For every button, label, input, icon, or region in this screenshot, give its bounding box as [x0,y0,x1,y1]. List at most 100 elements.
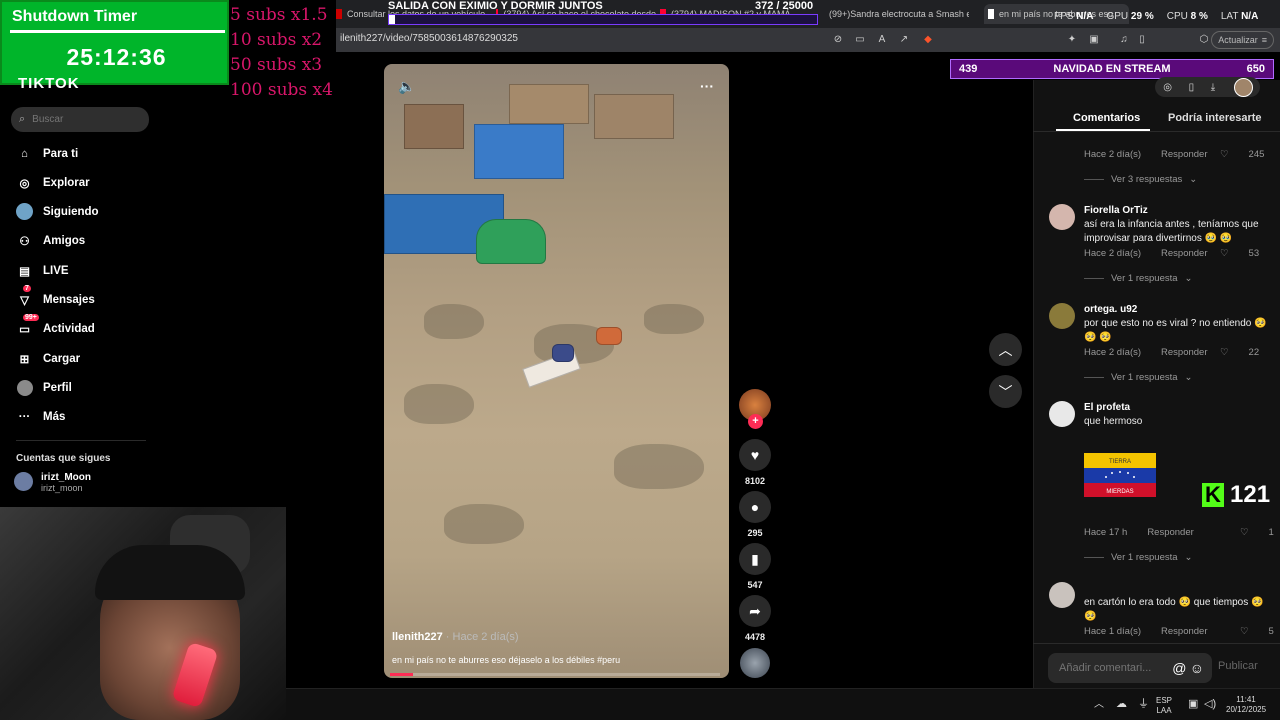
avatar[interactable] [1049,204,1075,230]
phone-icon[interactable]: ▯ [1189,82,1195,93]
sidebar-item-para-ti[interactable]: ⌂ Para ti [16,145,78,162]
sidebar-item-cargar[interactable]: ⊞ Cargar [16,350,80,367]
bookmark-icon[interactable]: ▣ [1088,34,1100,46]
sidebar-item-mensajes[interactable]: ▽ 7 Mensajes [16,285,95,308]
cloud-icon[interactable]: ☁ [1116,699,1127,710]
chevron-down-icon: ⌄ [1184,372,1193,383]
line [1084,557,1104,558]
share-icon[interactable]: ↗ [898,34,910,46]
more-options-icon[interactable]: ··· [700,78,714,94]
reply-button[interactable]: Responder [1147,527,1193,538]
live-icon: ▤ [19,265,30,278]
like-action[interactable]: ♥ 8102 [739,439,771,486]
reply-button[interactable]: Responder [1161,149,1207,160]
extension-icon[interactable]: ✦ [1066,34,1078,46]
sidebar-item-label: Cargar [43,352,81,365]
tab-podria-interesarte[interactable]: Podría interesarte [1168,112,1262,124]
comment-input-box[interactable]: @ ☺ [1048,653,1212,683]
clock[interactable]: 11:41 20/12/2025 [1226,695,1266,715]
screen-icon[interactable]: ▭ [854,34,866,46]
stream-goal-progress [388,14,818,25]
sidebar-icon[interactable]: ▯ [1136,34,1148,46]
sidebar-item-label: Mensajes [43,293,95,306]
comment-author[interactable]: ortega. u92 [1084,304,1137,315]
line [1084,179,1104,180]
share-action[interactable]: ➦ 4478 [739,595,771,642]
microphone-icon[interactable]: ⏚ [1138,699,1149,710]
sidebar-item-live[interactable]: ▤ LIVE [16,262,69,279]
cpu-value: 8 % [1190,11,1208,22]
heart-outline-icon: ♡ [1240,527,1249,538]
avatar[interactable] [1049,401,1075,427]
compass-icon[interactable]: ◎ [1163,82,1172,93]
following-account[interactable]: irizt_Moon irizt_moon [14,472,91,493]
comment-text: así era la infancia antes , teníamos que… [1084,219,1259,244]
reply-button[interactable]: Responder [1161,248,1207,259]
comment-action[interactable]: ● 295 [739,491,771,538]
reply-button[interactable]: Responder [1161,347,1207,358]
mute-icon[interactable]: 🔈 [398,78,415,95]
update-button[interactable]: Actualizar ≡ [1211,31,1274,49]
avatar [14,472,33,491]
video-username[interactable]: llenith227 · Hace 2 día(s) [392,631,519,643]
browser-tab[interactable]: (99+)Sandra electrocuta a Smash en [824,4,969,24]
chevron-down-icon: ⌄ [1184,273,1193,284]
comment-author[interactable]: El profeta [1084,402,1130,413]
view-replies[interactable]: Ver 1 respuesta ⌄ [1084,372,1193,383]
network-icon[interactable]: ▣ [1188,699,1198,710]
language-indicator[interactable]: ESP LAA [1156,696,1172,716]
comment-author[interactable]: Fiorella OrTiz [1084,205,1148,216]
comment-text: por que esto no es viral ? no entiendo 🥺… [1084,318,1267,343]
reply-button[interactable]: Responder [1161,626,1207,637]
shield-icon[interactable]: ⬡ [1198,34,1210,46]
download-icon[interactable]: ⤓ [1211,82,1215,93]
sidebar-item-siguiendo[interactable]: Siguiendo [16,203,99,220]
fps-label: FPS [1054,11,1074,22]
mention-icon[interactable]: @ [1172,660,1186,676]
share-arrow-icon: ➦ [739,595,771,627]
volume-icon[interactable]: ◁) [1204,699,1216,710]
comment-like[interactable]: ♡ 22 [1220,347,1259,358]
sidebar-item-perfil[interactable]: Perfil [16,379,72,396]
search-input[interactable] [32,114,133,125]
tiktok-logo[interactable]: TIKTOK [18,75,80,92]
music-icon[interactable]: ♫ [1118,34,1130,46]
brave-icon[interactable]: ◆ [922,34,934,46]
emoji-icon[interactable]: ☺ [1190,660,1204,676]
translate-icon[interactable]: A [876,34,888,46]
sidebar-item-actividad[interactable]: ▭ 99+ Actividad [16,314,95,337]
comment-like[interactable]: ♡ 5 [1240,626,1274,637]
comment-like[interactable]: ♡ 53 [1220,248,1259,259]
comment-like[interactable]: ♡ 1 [1240,527,1274,538]
sidebar-item-amigos[interactable]: ⚇ Amigos [16,232,85,249]
clock-date: 20/12/2025 [1226,705,1267,714]
search-box[interactable]: ⌕ [11,107,149,132]
comment-input[interactable] [1059,662,1169,674]
replies-label: Ver 3 respuestas [1111,174,1183,185]
video-progress[interactable] [390,673,720,676]
avatar[interactable] [1049,582,1075,608]
sidebar-item-explorar[interactable]: ◎ Explorar [16,174,90,191]
previous-video-button[interactable]: ︿ [989,333,1022,366]
save-action[interactable]: ▮ 547 [739,543,771,590]
music-disc[interactable] [740,648,770,678]
sidebar-item-mas[interactable]: ··· Más [16,408,66,425]
sidebar-item-label: Explorar [43,176,90,189]
url-field[interactable]: ilenith227/video/7585003614876290325 [340,33,518,44]
tab-comments[interactable]: Comentarios [1073,112,1140,124]
fps-stat: FPS N/A [1054,11,1093,22]
account-handle: irizt_moon [41,483,83,493]
user-avatar[interactable] [1234,78,1253,97]
avatar[interactable] [1049,303,1075,329]
video-player[interactable]: 🔈 ··· [384,64,729,678]
view-replies[interactable]: Ver 1 respuesta ⌄ [1084,273,1193,284]
comment-like[interactable]: ♡ 245 [1220,149,1264,160]
view-replies[interactable]: Ver 1 respuesta ⌄ [1084,552,1193,563]
publish-button[interactable]: Publicar [1218,660,1258,672]
next-video-button[interactable]: ﹀ [989,375,1022,408]
chevron-up-icon[interactable]: ︿ [1094,700,1104,710]
follow-plus-icon[interactable]: + [748,414,763,429]
cast-icon[interactable]: ⊘ [832,34,844,46]
view-replies[interactable]: Ver 3 respuestas ⌄ [1084,174,1197,185]
search-icon: ⌕ [19,113,26,125]
